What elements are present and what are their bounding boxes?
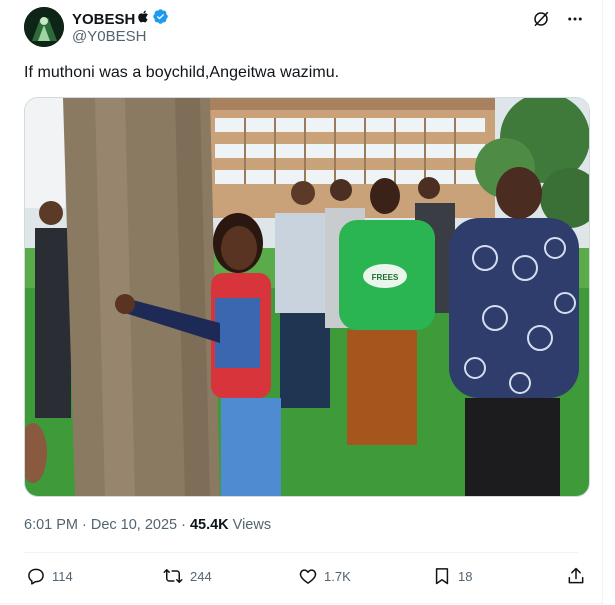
verified-badge-icon[interactable]	[152, 8, 169, 30]
bookmark-count: 18	[458, 568, 473, 584]
like-count: 1.7K	[324, 568, 351, 584]
views-label: Views	[232, 517, 272, 533]
divider	[24, 552, 578, 553]
bookmark-icon	[435, 568, 449, 585]
meta-separator-2: ·	[181, 517, 186, 533]
tweet-text: If muthoni was a boychild,Angeitwa wazim…	[24, 64, 340, 81]
author-handle[interactable]: @Y0BESH	[72, 28, 146, 45]
tweet-card: YOBESH @Y0BESH If muthoni was a boychild…	[0, 0, 603, 604]
author-name-row: YOBESH	[72, 8, 169, 30]
more-options-icon[interactable]	[564, 8, 586, 30]
repost-icon	[163, 569, 183, 583]
like-button[interactable]: 1.7K	[298, 566, 351, 586]
reply-button[interactable]: 114	[26, 566, 73, 586]
share-button[interactable]	[566, 566, 586, 586]
photo-illustration: FREES	[25, 98, 589, 496]
avatar[interactable]	[24, 7, 64, 47]
views-count: 45.4K	[189, 517, 229, 533]
repost-button[interactable]: 244	[162, 566, 212, 586]
action-bar: 114 244 1.7K 18	[26, 566, 586, 588]
apple-icon	[138, 10, 149, 28]
reply-icon	[28, 568, 44, 585]
heart-icon	[299, 569, 317, 584]
repost-count: 244	[190, 568, 212, 584]
grok-icon[interactable]	[530, 8, 552, 30]
tweet-date[interactable]: Dec 10, 2025	[91, 517, 177, 533]
share-icon	[568, 567, 584, 584]
meta-separator: ·	[82, 517, 87, 533]
bookmark-button[interactable]: 18	[432, 566, 472, 586]
tweet-photo[interactable]: FREES	[24, 97, 590, 497]
shirt-text: FREES	[372, 273, 399, 282]
tweet-meta: 6:01 PM · Dec 10, 2025 · 45.4K Views	[24, 517, 271, 533]
reply-count: 114	[52, 568, 73, 584]
author-display-name[interactable]: YOBESH	[72, 11, 135, 28]
top-actions	[530, 8, 586, 30]
tweet-time[interactable]: 6:01 PM	[24, 517, 78, 533]
